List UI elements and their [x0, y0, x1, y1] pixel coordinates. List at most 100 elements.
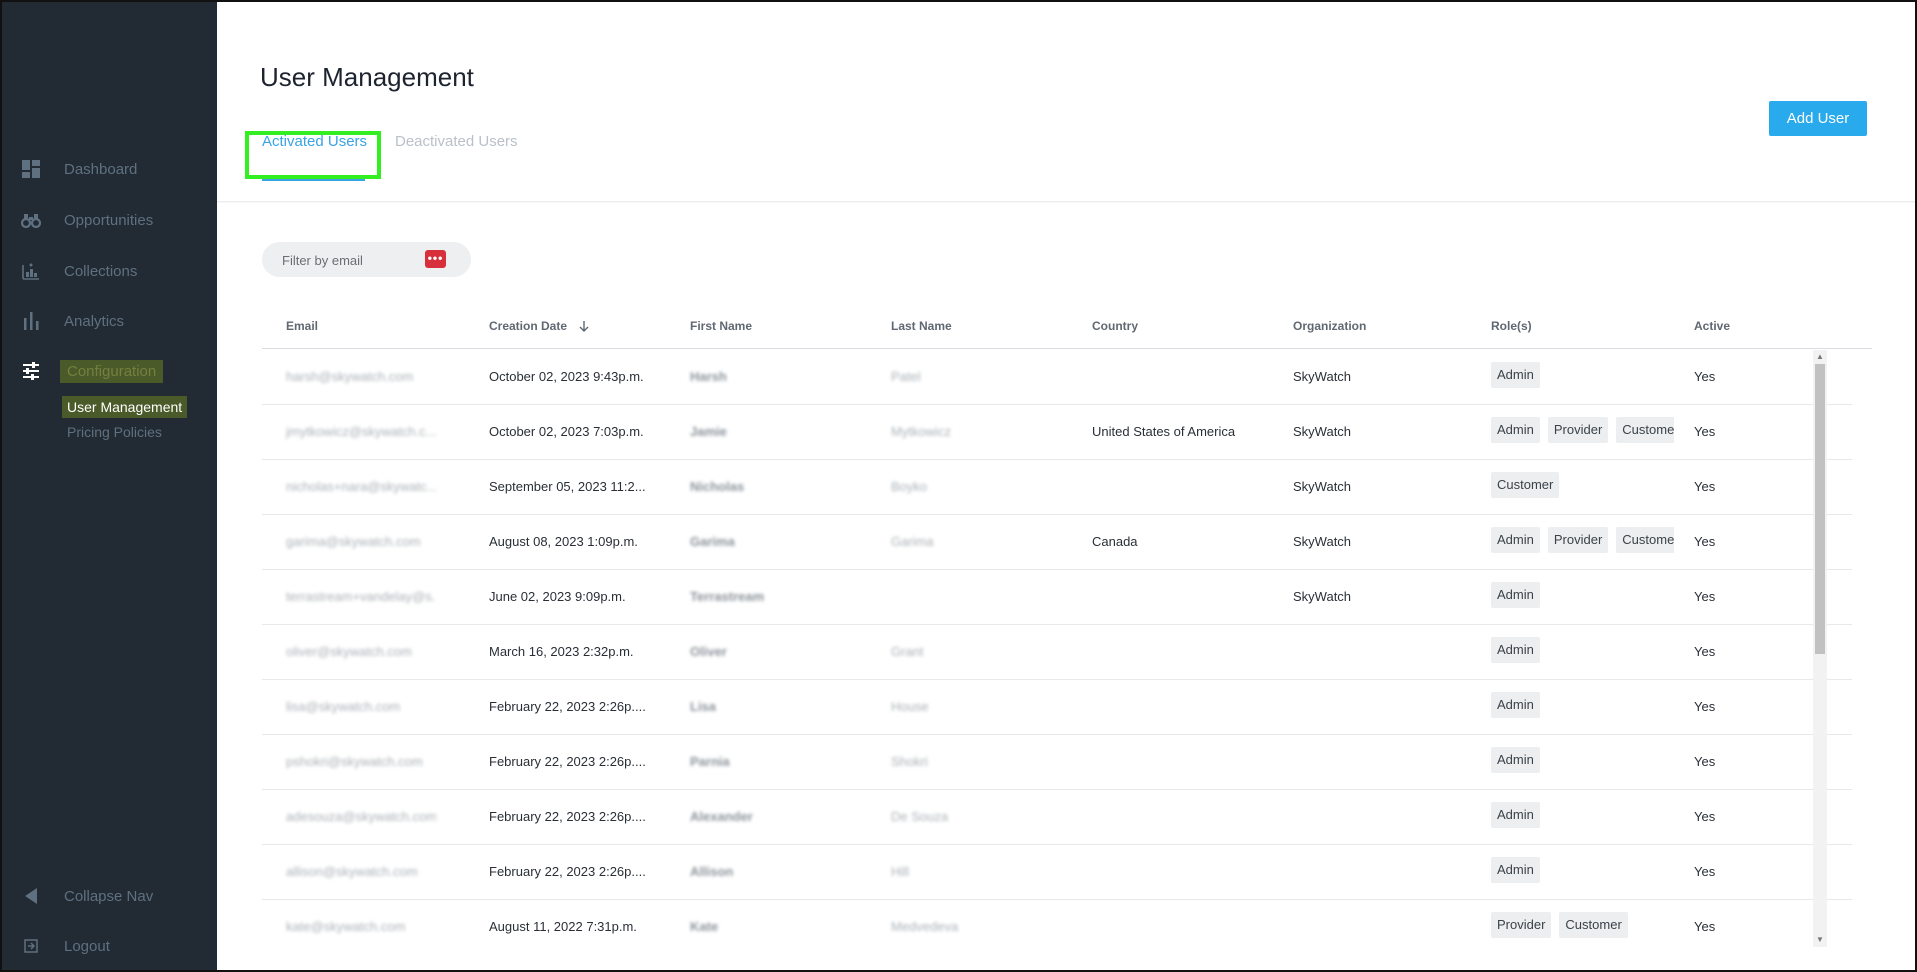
table-row[interactable]: terrastream+vandelay@s... June 02, 2023 9…: [262, 570, 1852, 625]
users-panel: ••• Email Creation Date First Name Last …: [217, 203, 1917, 972]
table-scrollbar[interactable]: ▲ ▼: [1813, 350, 1827, 947]
sliders-icon: [21, 361, 41, 381]
table-row[interactable]: kate@skywatch.com August 11, 2022 7:31p.m…: [262, 900, 1852, 947]
column-header-country[interactable]: Country: [1092, 319, 1138, 333]
collapse-nav-button[interactable]: Collapse Nav: [0, 879, 217, 913]
sidebar-item-analytics[interactable]: Analytics: [0, 304, 217, 338]
cell-creation-date: February 22, 2023 2:26p....: [489, 699, 646, 714]
cell-country: Canada: [1092, 534, 1138, 549]
dashboard-icon: [21, 159, 41, 179]
page-header: User Management Activated Users Deactiva…: [217, 0, 1917, 202]
cell-active: Yes: [1694, 424, 1716, 439]
active-tab-indicator: [262, 179, 365, 181]
cell-last-name: Grant: [891, 644, 924, 659]
cell-creation-date: October 02, 2023 9:43p.m.: [489, 369, 644, 384]
cell-first-name: Oliver: [690, 644, 727, 659]
cell-first-name: Jamie: [690, 424, 727, 439]
cell-last-name: Patel: [891, 369, 921, 384]
tab-deactivated-users[interactable]: Deactivated Users: [395, 133, 518, 150]
scrollbar-thumb[interactable]: [1815, 364, 1825, 654]
logout-button[interactable]: Logout: [0, 929, 217, 963]
cell-active: Yes: [1694, 809, 1716, 824]
table-row[interactable]: harsh@skywatch.com October 02, 2023 9:43p…: [262, 350, 1852, 405]
cell-country: United States of America: [1092, 424, 1236, 439]
password-manager-icon[interactable]: •••: [425, 250, 446, 268]
sidebar-item-collections[interactable]: Collections: [0, 254, 217, 288]
column-header-first-name[interactable]: First Name: [690, 319, 752, 333]
sidebar-item-label: Analytics: [64, 312, 125, 330]
cell-organization: SkyWatch: [1293, 589, 1352, 604]
role-chip: Admin: [1491, 362, 1540, 388]
table-row[interactable]: nicholas+nara@skywatc... September 05, 20…: [262, 460, 1852, 515]
cell-active: Yes: [1694, 699, 1716, 714]
table-row[interactable]: jmytkowicz@skywatch.c... October 02, 2023…: [262, 405, 1852, 460]
sidebar-item-configuration[interactable]: Configuration: [0, 354, 217, 388]
cell-first-name: Parnia: [690, 754, 730, 769]
role-chip: Admin: [1491, 857, 1540, 883]
cell-roles: Admin: [1491, 802, 1674, 828]
role-chip: Admin: [1491, 417, 1540, 443]
cell-first-name: Harsh: [690, 369, 727, 384]
table-row[interactable]: lisa@skywatch.com February 22, 2023 2:26p…: [262, 680, 1852, 735]
column-header-email[interactable]: Email: [286, 319, 318, 333]
cell-email: garima@skywatch.com: [286, 534, 421, 549]
cell-first-name: Nicholas: [690, 479, 745, 494]
cell-roles: Admin: [1491, 747, 1674, 773]
table-row[interactable]: garima@skywatch.com August 08, 2023 1:09p…: [262, 515, 1852, 570]
table-row[interactable]: adesouza@skywatch.com February 22, 2023 2…: [262, 790, 1852, 845]
cell-active: Yes: [1694, 589, 1716, 604]
cell-creation-date: September 05, 2023 11:2...: [489, 479, 646, 494]
arrow-down-icon: [579, 321, 589, 332]
column-header-roles[interactable]: Role(s): [1491, 319, 1532, 333]
cell-organization: SkyWatch: [1293, 534, 1352, 549]
column-header-active[interactable]: Active: [1694, 319, 1730, 333]
binoculars-icon: [21, 210, 41, 230]
column-header-organization[interactable]: Organization: [1293, 319, 1366, 333]
cell-email: lisa@skywatch.com: [286, 699, 401, 714]
cell-active: Yes: [1694, 644, 1716, 659]
table-row[interactable]: allison@skywatch.com February 22, 2023 2:…: [262, 845, 1852, 900]
cell-roles: Admin: [1491, 692, 1674, 718]
table-row[interactable]: oliver@skywatch.com March 16, 2023 2:32p.…: [262, 625, 1852, 680]
role-chip: Customer: [1616, 527, 1674, 553]
cell-creation-date: February 22, 2023 2:26p....: [489, 809, 646, 824]
page-title: User Management: [260, 62, 474, 92]
cell-last-name: House: [891, 699, 929, 714]
logout-label: Logout: [64, 937, 110, 955]
cell-creation-date: February 22, 2023 2:26p....: [489, 864, 646, 879]
cell-organization: SkyWatch: [1293, 369, 1352, 384]
cell-email: kate@skywatch.com: [286, 919, 406, 934]
sidebar-item-dashboard[interactable]: Dashboard: [0, 152, 217, 186]
cell-email: pshokri@skywatch.com: [286, 754, 423, 769]
cell-roles: Admin: [1491, 362, 1674, 388]
cell-email: jmytkowicz@skywatch.c...: [286, 424, 436, 439]
sidebar: Dashboard Opportunities Collections Anal…: [0, 0, 217, 972]
table-row[interactable]: pshokri@skywatch.com February 22, 2023 2:…: [262, 735, 1852, 790]
role-chip: Admin: [1491, 527, 1540, 553]
email-filter-input[interactable]: [282, 250, 432, 270]
scroll-down-arrow-icon[interactable]: ▼: [1815, 935, 1825, 945]
cell-active: Yes: [1694, 864, 1716, 879]
role-chip: Provider: [1491, 912, 1552, 938]
cell-last-name: Medvedeva: [891, 919, 959, 934]
table-header: Email Creation Date First Name Last Name…: [262, 303, 1872, 349]
role-chip: Customer: [1491, 472, 1560, 498]
sidebar-subitem-pricing-policies[interactable]: Pricing Policies: [62, 421, 167, 443]
sidebar-item-opportunities[interactable]: Opportunities: [0, 203, 217, 237]
cell-creation-date: March 16, 2023 2:32p.m.: [489, 644, 634, 659]
email-filter: •••: [262, 242, 471, 277]
sidebar-item-label: Collections: [64, 262, 138, 280]
column-header-label: Creation Date: [489, 319, 568, 333]
role-chip: Admin: [1491, 637, 1540, 663]
scroll-up-arrow-icon[interactable]: ▲: [1815, 352, 1825, 362]
cell-active: Yes: [1694, 479, 1716, 494]
cell-active: Yes: [1694, 369, 1716, 384]
cell-creation-date: August 11, 2022 7:31p.m.: [489, 919, 637, 934]
add-user-button[interactable]: Add User: [1769, 101, 1867, 136]
caret-left-icon: [21, 886, 41, 906]
column-header-creation-date[interactable]: Creation Date: [489, 319, 590, 333]
sidebar-subitem-user-management[interactable]: User Management: [62, 396, 188, 418]
cell-first-name: Kate: [690, 919, 719, 934]
column-header-last-name[interactable]: Last Name: [891, 319, 952, 333]
cell-last-name: Mytkowicz: [891, 424, 951, 439]
